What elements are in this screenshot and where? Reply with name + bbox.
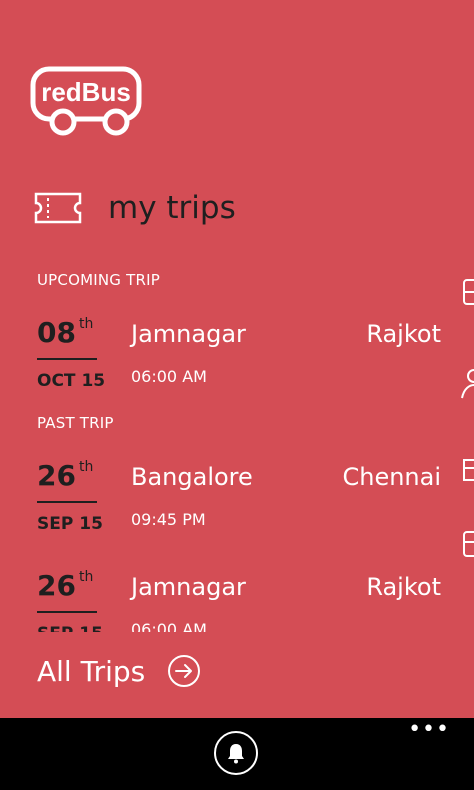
trip-item-upcoming[interactable]: 08 th OCT 15 Jamnagar Rajkot 06:00 AM [37,316,441,416]
ticket-icon [34,192,82,224]
trip-time: 06:00 AM [131,620,207,632]
redbus-logo: redBus [30,64,144,138]
more-icon[interactable]: ••• [408,718,450,742]
trip-origin: Bangalore [131,463,253,491]
bus-front-icon [463,531,474,557]
app-bar: ••• [0,718,474,790]
arrow-right-circle-icon [168,655,201,687]
page-header: my trips [34,190,236,226]
trip-day-suffix: th [79,459,94,475]
trip-day: 08 [37,316,76,349]
date-divider [37,501,97,503]
trip-destination: Rajkot [366,573,441,601]
trip-item-past[interactable]: 26 th SEP 15 Jamnagar Rajkot 06:00 AM [37,569,441,632]
trip-destination: Rajkot [366,320,441,348]
trip-day-suffix: th [79,569,94,585]
trip-day: 26 [37,569,76,602]
trip-item-past[interactable]: 26 th SEP 15 Bangalore Chennai 09:45 PM [37,459,441,559]
trip-destination: Chennai [342,463,441,491]
trip-list-clip: 26 th SEP 15 Jamnagar Rajkot 06:00 AM [0,560,474,632]
upcoming-trip-label: UPCOMING TRIP [37,271,160,289]
date-divider [37,611,97,613]
trip-origin: Jamnagar [131,573,246,601]
bell-icon [228,744,244,764]
trip-time: 09:45 PM [131,510,206,529]
past-trip-label: PAST TRIP [37,414,114,432]
trip-month: SEP 15 [37,624,103,632]
notifications-button[interactable] [214,731,258,775]
trip-origin: Jamnagar [131,320,246,348]
trip-month: SEP 15 [37,514,103,534]
page-title: my trips [108,190,236,226]
user-icon [461,369,474,399]
trip-month: OCT 15 [37,371,106,391]
all-trips-link[interactable]: All Trips [37,654,201,688]
logo-text: redBus [41,77,131,107]
trip-day-suffix: th [79,316,94,332]
trip-day: 26 [37,459,76,492]
bus-icon [463,279,474,305]
trip-time: 06:00 AM [131,367,207,386]
bag-icon [463,459,474,481]
all-trips-label: All Trips [37,654,146,688]
date-divider [37,358,97,360]
